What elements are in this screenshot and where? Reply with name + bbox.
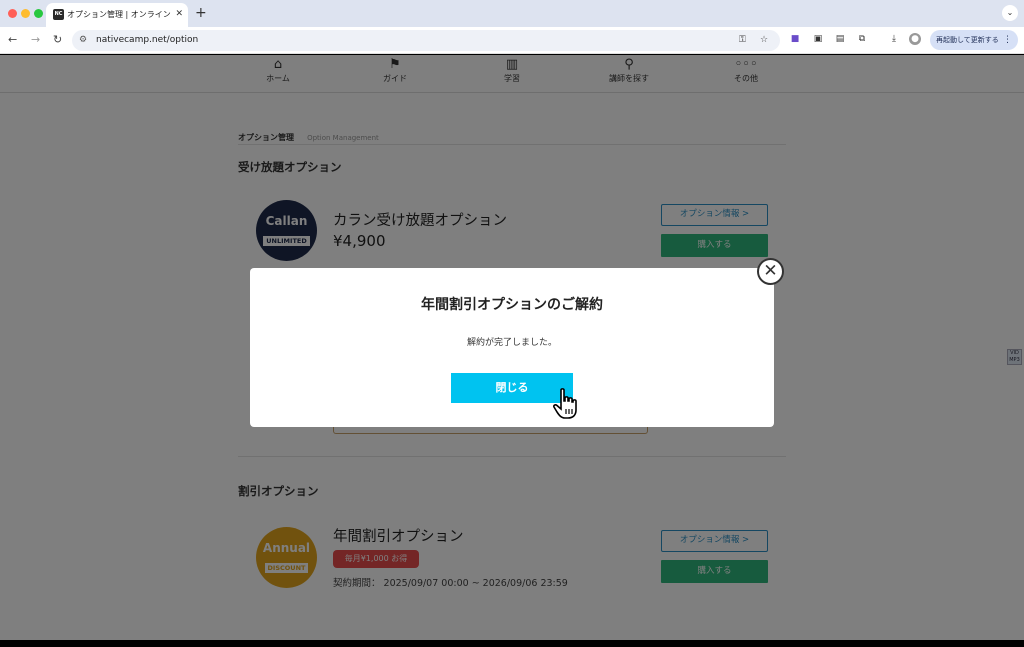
- browser-tab[interactable]: NC オプション管理 | オンライン英会話 ✕: [46, 3, 188, 27]
- site-info-icon[interactable]: ⚙: [79, 34, 87, 47]
- extension-icon-3[interactable]: ▤: [834, 33, 846, 45]
- relaunch-update-button[interactable]: 再起動して更新する ⋮: [930, 30, 1018, 50]
- site-favicon-icon: NC: [53, 9, 64, 20]
- modal-title: 年間割引オプションのご解約: [421, 297, 603, 313]
- password-key-icon[interactable]: ⚿: [739, 34, 746, 47]
- maximize-window-button[interactable]: [34, 9, 43, 18]
- tab-search-button[interactable]: ⌄: [1002, 5, 1018, 21]
- extensions-puzzle-icon[interactable]: ⧉: [856, 33, 868, 45]
- new-tab-button[interactable]: +: [195, 5, 207, 21]
- address-bar: ← → ↻ ⚙ nativecamp.net/option ⚿ ☆ ■ ▣ ▤ …: [0, 27, 1024, 54]
- tab-title: オプション管理 | オンライン英会話: [67, 10, 171, 19]
- download-icon[interactable]: ⤓: [888, 33, 900, 45]
- close-window-button[interactable]: [8, 9, 17, 18]
- extension-icon-1[interactable]: ■: [789, 33, 801, 45]
- profile-avatar[interactable]: ●: [909, 33, 921, 45]
- modal-message: 解約が完了しました。: [466, 338, 557, 348]
- back-icon[interactable]: ←: [8, 32, 17, 48]
- reload-icon[interactable]: ↻: [53, 32, 62, 48]
- forward-icon[interactable]: →: [31, 32, 40, 48]
- close-icon[interactable]: ✕: [757, 258, 784, 285]
- relaunch-label: 再起動して更新する: [936, 36, 999, 44]
- bookmark-star-icon[interactable]: ☆: [760, 34, 768, 47]
- tab-close-icon[interactable]: ✕: [175, 7, 183, 21]
- browser-tab-bar: NC オプション管理 | オンライン英会話 ✕ + ⌄: [0, 0, 1024, 27]
- extension-icon-2[interactable]: ▣: [812, 33, 824, 45]
- cancellation-modal: 年間割引オプションのご解約 解約が完了しました。 閉じる: [250, 268, 774, 427]
- minimize-window-button[interactable]: [21, 9, 30, 18]
- hand-pointer-cursor-icon: [552, 388, 577, 419]
- url-text: nativecamp.net/option: [96, 35, 199, 45]
- menu-dots-icon[interactable]: ⋮: [1003, 30, 1012, 50]
- url-input[interactable]: ⚙ nativecamp.net/option ⚿ ☆: [72, 30, 780, 51]
